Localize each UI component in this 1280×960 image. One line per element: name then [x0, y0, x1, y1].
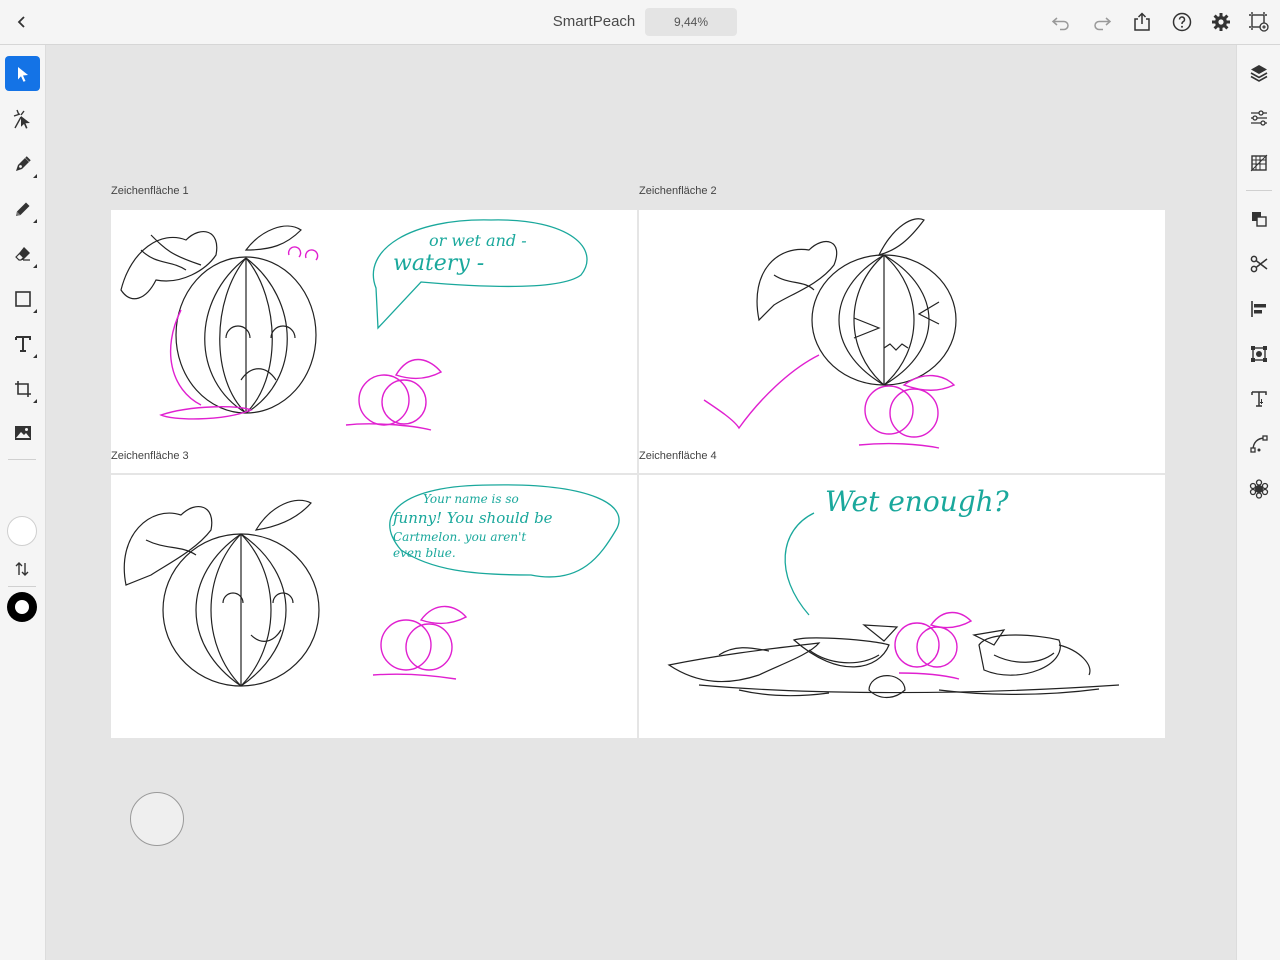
direct-select-icon: [13, 109, 30, 129]
left-toolbar: [0, 45, 46, 960]
text-button[interactable]: [1246, 386, 1272, 412]
artboard-label-2[interactable]: Zeichenfläche 2: [639, 185, 717, 197]
layers-button[interactable]: [1246, 60, 1272, 86]
path-icon: [1250, 435, 1268, 453]
scissors-button[interactable]: [1246, 251, 1272, 277]
pen-tool[interactable]: [5, 146, 40, 181]
share-button[interactable]: [1130, 10, 1154, 34]
eraser-tool[interactable]: [5, 236, 40, 271]
align-button[interactable]: [1246, 296, 1272, 322]
back-button[interactable]: [10, 10, 34, 34]
tool-group-indicator: [33, 264, 37, 268]
redo-button[interactable]: [1090, 10, 1114, 34]
swap-colors-icon[interactable]: [13, 560, 31, 578]
tool-group-indicator: [33, 399, 37, 403]
artboard-label-1[interactable]: Zeichenfläche 1: [111, 185, 189, 197]
crop-icon: [14, 380, 31, 397]
settings-button[interactable]: [1209, 10, 1233, 34]
share-icon: [1134, 12, 1150, 31]
pencil-icon: [15, 202, 29, 216]
gear-icon: [1212, 13, 1230, 31]
chevron-left-icon: [17, 16, 25, 28]
type-tool[interactable]: [5, 326, 40, 361]
speech-line-4: even blue.: [393, 546, 456, 560]
artboard-4[interactable]: Wet enough?: [639, 475, 1165, 738]
tool-group-indicator: [33, 354, 37, 358]
stroke-color-swatch[interactable]: [7, 592, 37, 622]
pencil-tool[interactable]: [5, 191, 40, 226]
document-title[interactable]: SmartPeach: [540, 13, 648, 30]
text-icon: [1251, 391, 1267, 407]
select-tool[interactable]: [5, 56, 40, 91]
grid-button[interactable]: [1246, 150, 1272, 176]
arrange-icon: [1252, 212, 1267, 227]
zoom-level[interactable]: 9,44%: [645, 8, 737, 36]
speech-line-2: funny! You should be: [392, 509, 553, 527]
type-icon: [14, 335, 31, 352]
crop-tool[interactable]: [5, 371, 40, 406]
transform-icon: [1251, 346, 1267, 362]
layers-icon: [1250, 65, 1268, 82]
rectangle-icon: [14, 290, 31, 307]
direct-select-tool[interactable]: [5, 101, 40, 136]
effects-icon: [1249, 479, 1269, 499]
grid-icon: [1250, 154, 1268, 172]
artboard-1[interactable]: or wet and - watery -: [111, 210, 637, 473]
undo-button[interactable]: [1049, 10, 1073, 34]
tool-group-indicator: [33, 174, 37, 178]
image-tool[interactable]: [5, 415, 40, 450]
scissors-icon: [1250, 255, 1268, 273]
tool-group-indicator: [33, 309, 37, 313]
artboard-2-drawing: [703, 218, 957, 449]
artboard-button[interactable]: [1247, 10, 1271, 34]
tool-group-indicator: [33, 219, 37, 223]
panel-divider: [1246, 190, 1272, 191]
artboard-2[interactable]: [639, 210, 1165, 473]
speech-line-1: or wet and -: [429, 231, 527, 250]
path-button[interactable]: [1246, 431, 1272, 457]
artboard-1-drawing: or wet and - watery -: [120, 219, 588, 431]
toolbar-divider: [8, 586, 36, 587]
touch-shortcut-button[interactable]: [130, 792, 184, 846]
image-icon: [14, 425, 31, 440]
artboard-label-4[interactable]: Zeichenfläche 4: [639, 450, 717, 462]
artboard-4-drawing: Wet enough?: [667, 485, 1120, 699]
redo-icon: [1094, 17, 1112, 31]
undo-icon: [1051, 17, 1069, 31]
top-bar: SmartPeach 9,44%: [0, 0, 1280, 45]
help-button[interactable]: [1170, 10, 1194, 34]
arrange-button[interactable]: [1246, 206, 1272, 232]
toolbar-divider: [8, 459, 36, 460]
fill-color-swatch[interactable]: [7, 516, 37, 546]
transform-button[interactable]: [1246, 341, 1272, 367]
right-panel: [1236, 45, 1280, 960]
speech-line-2: watery -: [393, 251, 484, 276]
speech-line-1: Wet enough?: [825, 485, 1010, 518]
pen-icon: [15, 155, 31, 171]
properties-button[interactable]: [1246, 105, 1272, 131]
align-icon: [1251, 301, 1266, 317]
effects-button[interactable]: [1246, 476, 1272, 502]
select-icon: [17, 66, 28, 82]
artboard-icon: [1249, 12, 1269, 32]
help-icon: [1172, 12, 1192, 32]
properties-icon: [1251, 110, 1267, 126]
artboard-3-drawing: Your name is so funny! You should be Car…: [123, 484, 620, 687]
rectangle-tool[interactable]: [5, 281, 40, 316]
speech-line-3: Cartmelon. you aren't: [393, 530, 526, 544]
artboard-3[interactable]: Your name is so funny! You should be Car…: [111, 475, 637, 738]
artboard-label-3[interactable]: Zeichenfläche 3: [111, 450, 189, 462]
eraser-icon: [14, 246, 30, 261]
speech-line-1: Your name is so: [423, 492, 519, 506]
stroke-swatch-hole: [15, 600, 29, 614]
